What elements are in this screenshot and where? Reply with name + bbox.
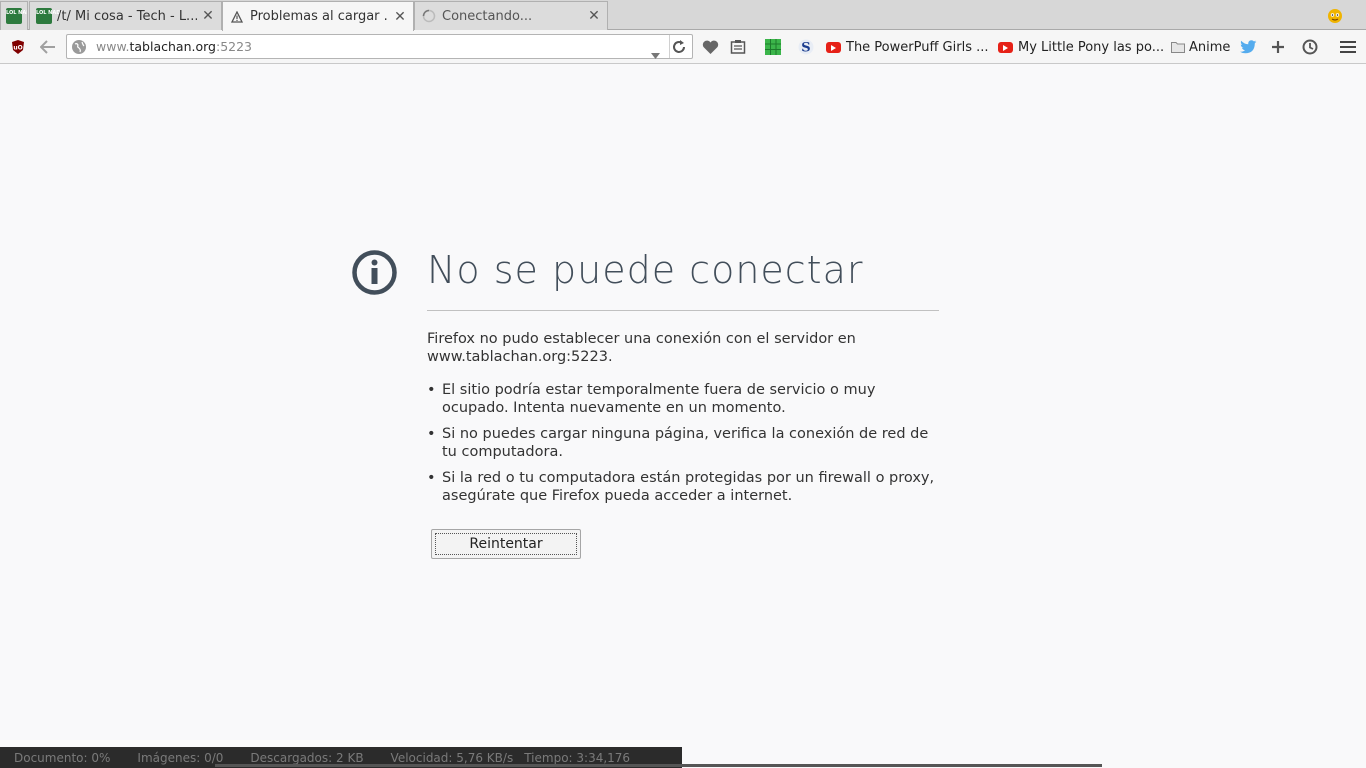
bookmark-folder-anime[interactable]: Anime	[1171, 38, 1230, 56]
loading-spinner-icon	[421, 8, 437, 24]
bookmark-my-little-pony[interactable]: My Little Pony las po...	[998, 38, 1164, 56]
info-icon	[352, 250, 397, 299]
lolnada-icon: LOL NADA	[36, 8, 64, 24]
lolnada-icon: LOL NADA	[6, 8, 27, 24]
url-text[interactable]: www.tablachan.org:5223	[96, 39, 252, 54]
hamburger-menu-icon[interactable]	[1338, 37, 1358, 57]
close-tab-icon[interactable]: ✕	[393, 10, 407, 24]
twitter-bird-icon[interactable]	[1238, 37, 1258, 57]
status-images: Imágenes: 0/0	[137, 750, 224, 765]
loading-progress-line	[215, 764, 1102, 767]
tab-strip: LOL NADA LOL NADA /t/ Mi cosa - Tech - L…	[0, 0, 1366, 31]
tab-problemas-al-cargar[interactable]: Problemas al cargar ... ✕	[222, 1, 414, 31]
navigation-toolbar: uO www.tablachan.org:5223 S The PowerPuf…	[0, 30, 1366, 64]
error-suggestions-list: El sitio podría estar temporalmente fuer…	[427, 381, 939, 513]
tab-title: Problemas al cargar ...	[250, 9, 389, 24]
close-tab-icon[interactable]: ✕	[201, 9, 215, 23]
focus-ring	[435, 533, 577, 555]
tab-pinned-lolnada[interactable]: LOL NADA	[0, 1, 28, 30]
svg-text:uO: uO	[13, 45, 22, 52]
reddit-enhancement-icon[interactable]	[1326, 6, 1344, 24]
svg-text:S: S	[801, 41, 810, 56]
spreadsheet-bookmark-icon[interactable]	[763, 37, 783, 57]
plus-icon[interactable]	[1268, 37, 1288, 57]
reload-icon[interactable]	[671, 39, 687, 59]
close-tab-icon[interactable]: ✕	[587, 9, 601, 23]
status-speed: Velocidad: 5,76 KB/s	[390, 750, 514, 765]
tab-conectando[interactable]: Conectando... ✕	[414, 1, 608, 30]
warning-icon	[229, 9, 245, 25]
youtube-icon	[826, 41, 841, 53]
list-item: El sitio podría estar temporalmente fuer…	[427, 381, 939, 417]
tab-title: Conectando...	[442, 8, 533, 24]
list-item: Si no puedes cargar ninguna página, veri…	[427, 425, 939, 461]
error-title: No se puede conectar	[427, 248, 864, 292]
status-document: Documento: 0%	[14, 750, 111, 765]
bookmark-powerpuff-girls[interactable]: The PowerPuff Girls ...	[826, 38, 989, 56]
youtube-icon	[998, 41, 1013, 53]
history-clock-icon[interactable]	[1300, 37, 1320, 57]
status-time: Tiempo: 3:34,176	[524, 750, 631, 765]
url-bar-divider	[669, 35, 670, 58]
title-divider	[427, 310, 939, 311]
pocket-heart-icon[interactable]	[700, 37, 720, 57]
tab-mi-cosa-tech[interactable]: LOL NADA /t/ Mi cosa - Tech - L... ✕	[29, 1, 222, 30]
ublock-origin-icon[interactable]: uO	[8, 37, 28, 57]
reading-list-icon[interactable]	[728, 37, 748, 57]
site-identity-globe-icon[interactable]	[71, 39, 87, 59]
retry-button[interactable]: Reintentar	[431, 529, 581, 559]
list-item: Si la red o tu computadora están protegi…	[427, 469, 939, 505]
url-history-dropdown-icon[interactable]	[651, 44, 660, 63]
back-arrow-icon[interactable]	[38, 37, 58, 57]
s-bookmark-icon[interactable]: S	[796, 37, 816, 57]
status-downloaded: Descargados: 2 KB	[250, 750, 364, 765]
error-description: Firefox no pudo establecer una conexión …	[427, 331, 856, 365]
tab-title: /t/ Mi cosa - Tech - L...	[57, 8, 197, 24]
folder-icon	[1171, 41, 1185, 53]
url-bar[interactable]: www.tablachan.org:5223	[66, 34, 693, 59]
